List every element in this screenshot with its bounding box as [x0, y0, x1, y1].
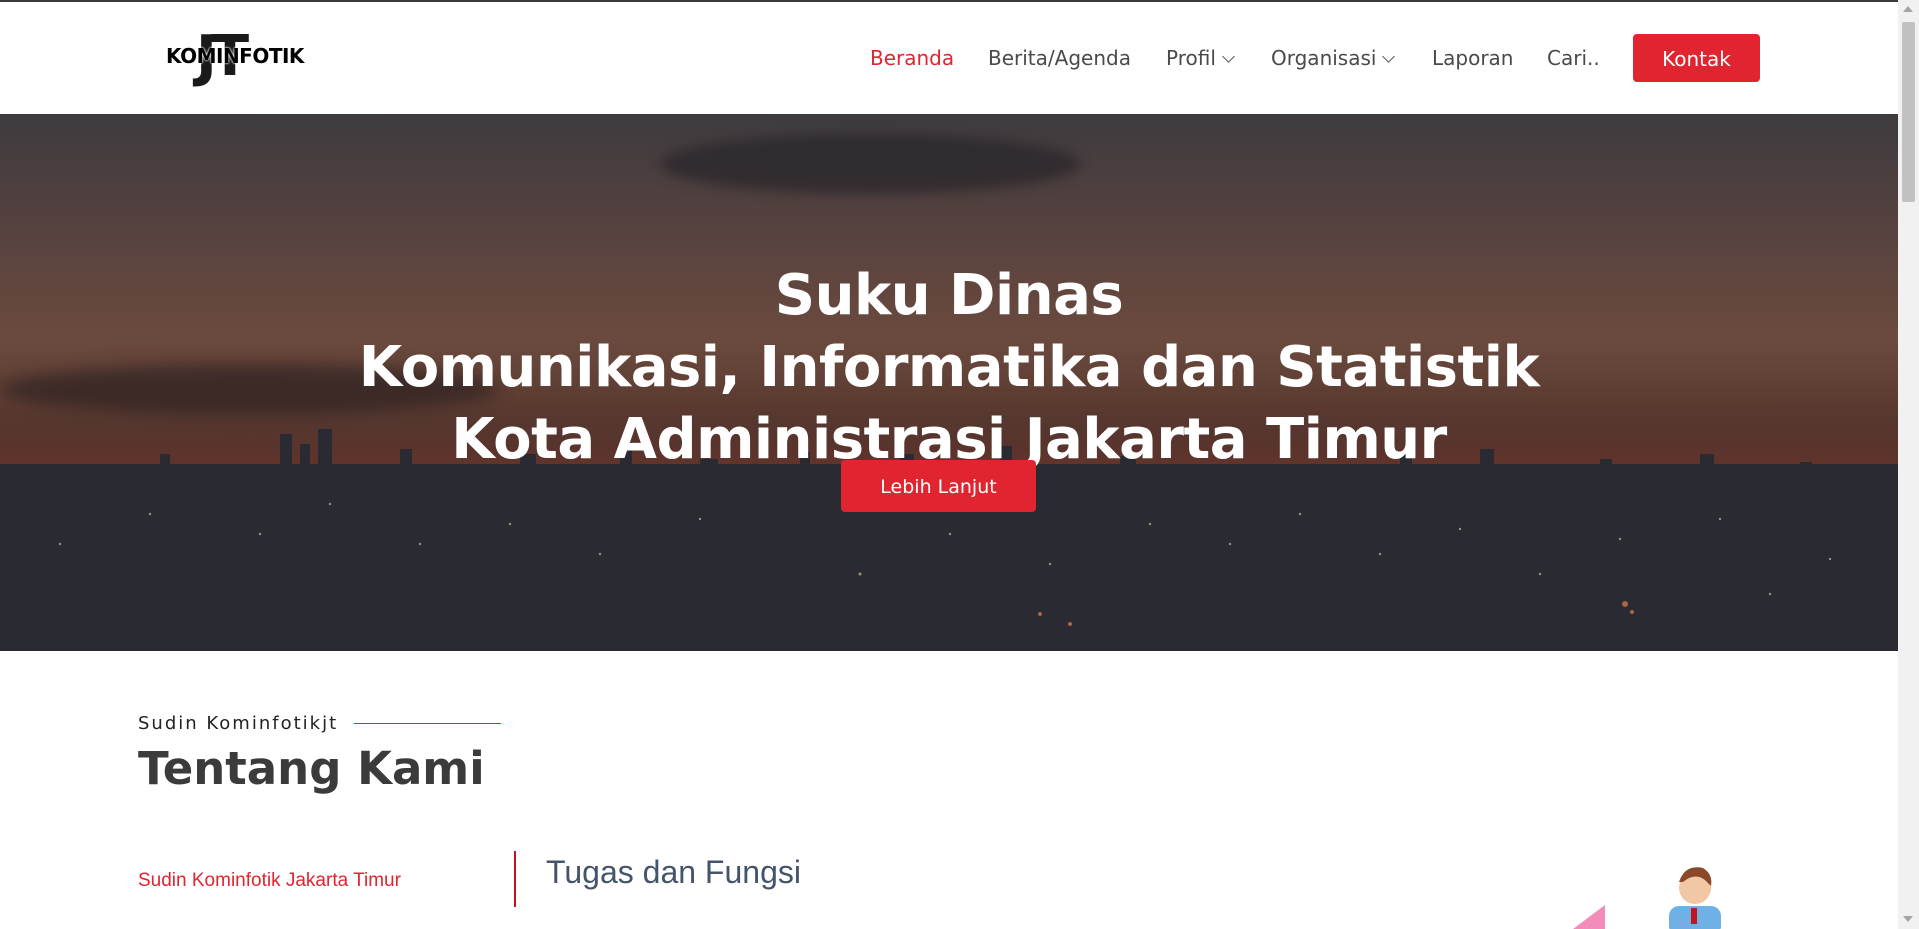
person-illustration	[1573, 867, 1721, 929]
nav-item-search[interactable]: Cari..	[1547, 46, 1600, 70]
nav-item-beranda[interactable]: Beranda	[870, 46, 954, 70]
scrollbar-thumb[interactable]	[1902, 22, 1915, 202]
chevron-down-icon	[1382, 50, 1396, 63]
site-header: JT KOMINFOTIK Beranda Berita/Agenda Prof…	[0, 2, 1898, 114]
nav-item-berita-agenda[interactable]: Berita/Agenda	[988, 46, 1131, 70]
lebih-lanjut-button[interactable]: Lebih Lanjut	[841, 460, 1036, 512]
hero-cloud	[660, 134, 1080, 194]
nav-item-laporan[interactable]: Laporan	[1432, 46, 1513, 70]
main-nav: Beranda Berita/Agenda Profil Organisasi …	[0, 2, 1898, 114]
scroll-up-arrow-icon[interactable]	[1903, 6, 1913, 12]
nav-label: Cari..	[1547, 46, 1600, 70]
hero-banner: Suku Dinas Komunikasi, Informatika dan S…	[0, 114, 1898, 651]
nav-label: Organisasi	[1271, 46, 1377, 70]
hero-title: Suku Dinas Komunikasi, Informatika dan S…	[0, 260, 1898, 476]
nav-label: Profil	[1166, 46, 1216, 70]
hero-title-line1: Suku Dinas	[774, 262, 1124, 328]
nav-label: Berita/Agenda	[988, 46, 1131, 70]
hero-title-line2: Komunikasi, Informatika dan Statistik	[358, 334, 1540, 400]
content-title: Tugas dan Fungsi	[546, 854, 801, 890]
chevron-down-icon	[1222, 50, 1235, 63]
nav-item-organisasi[interactable]: Organisasi	[1271, 46, 1396, 70]
scroll-down-arrow-icon[interactable]	[1903, 916, 1913, 922]
content-divider	[514, 851, 516, 907]
nav-label: Laporan	[1432, 46, 1514, 70]
nav-label: Beranda	[870, 46, 955, 70]
section-subtitle-line	[354, 723, 501, 724]
section-subtitle: Sudin Kominfotikjt	[138, 713, 339, 734]
section-title: Tentang Kami	[138, 742, 485, 795]
nav-item-profil[interactable]: Profil	[1166, 46, 1235, 70]
kontak-button[interactable]: Kontak	[1633, 34, 1760, 82]
side-tab-link[interactable]: Sudin Kominfotik Jakarta Timur	[138, 870, 401, 892]
